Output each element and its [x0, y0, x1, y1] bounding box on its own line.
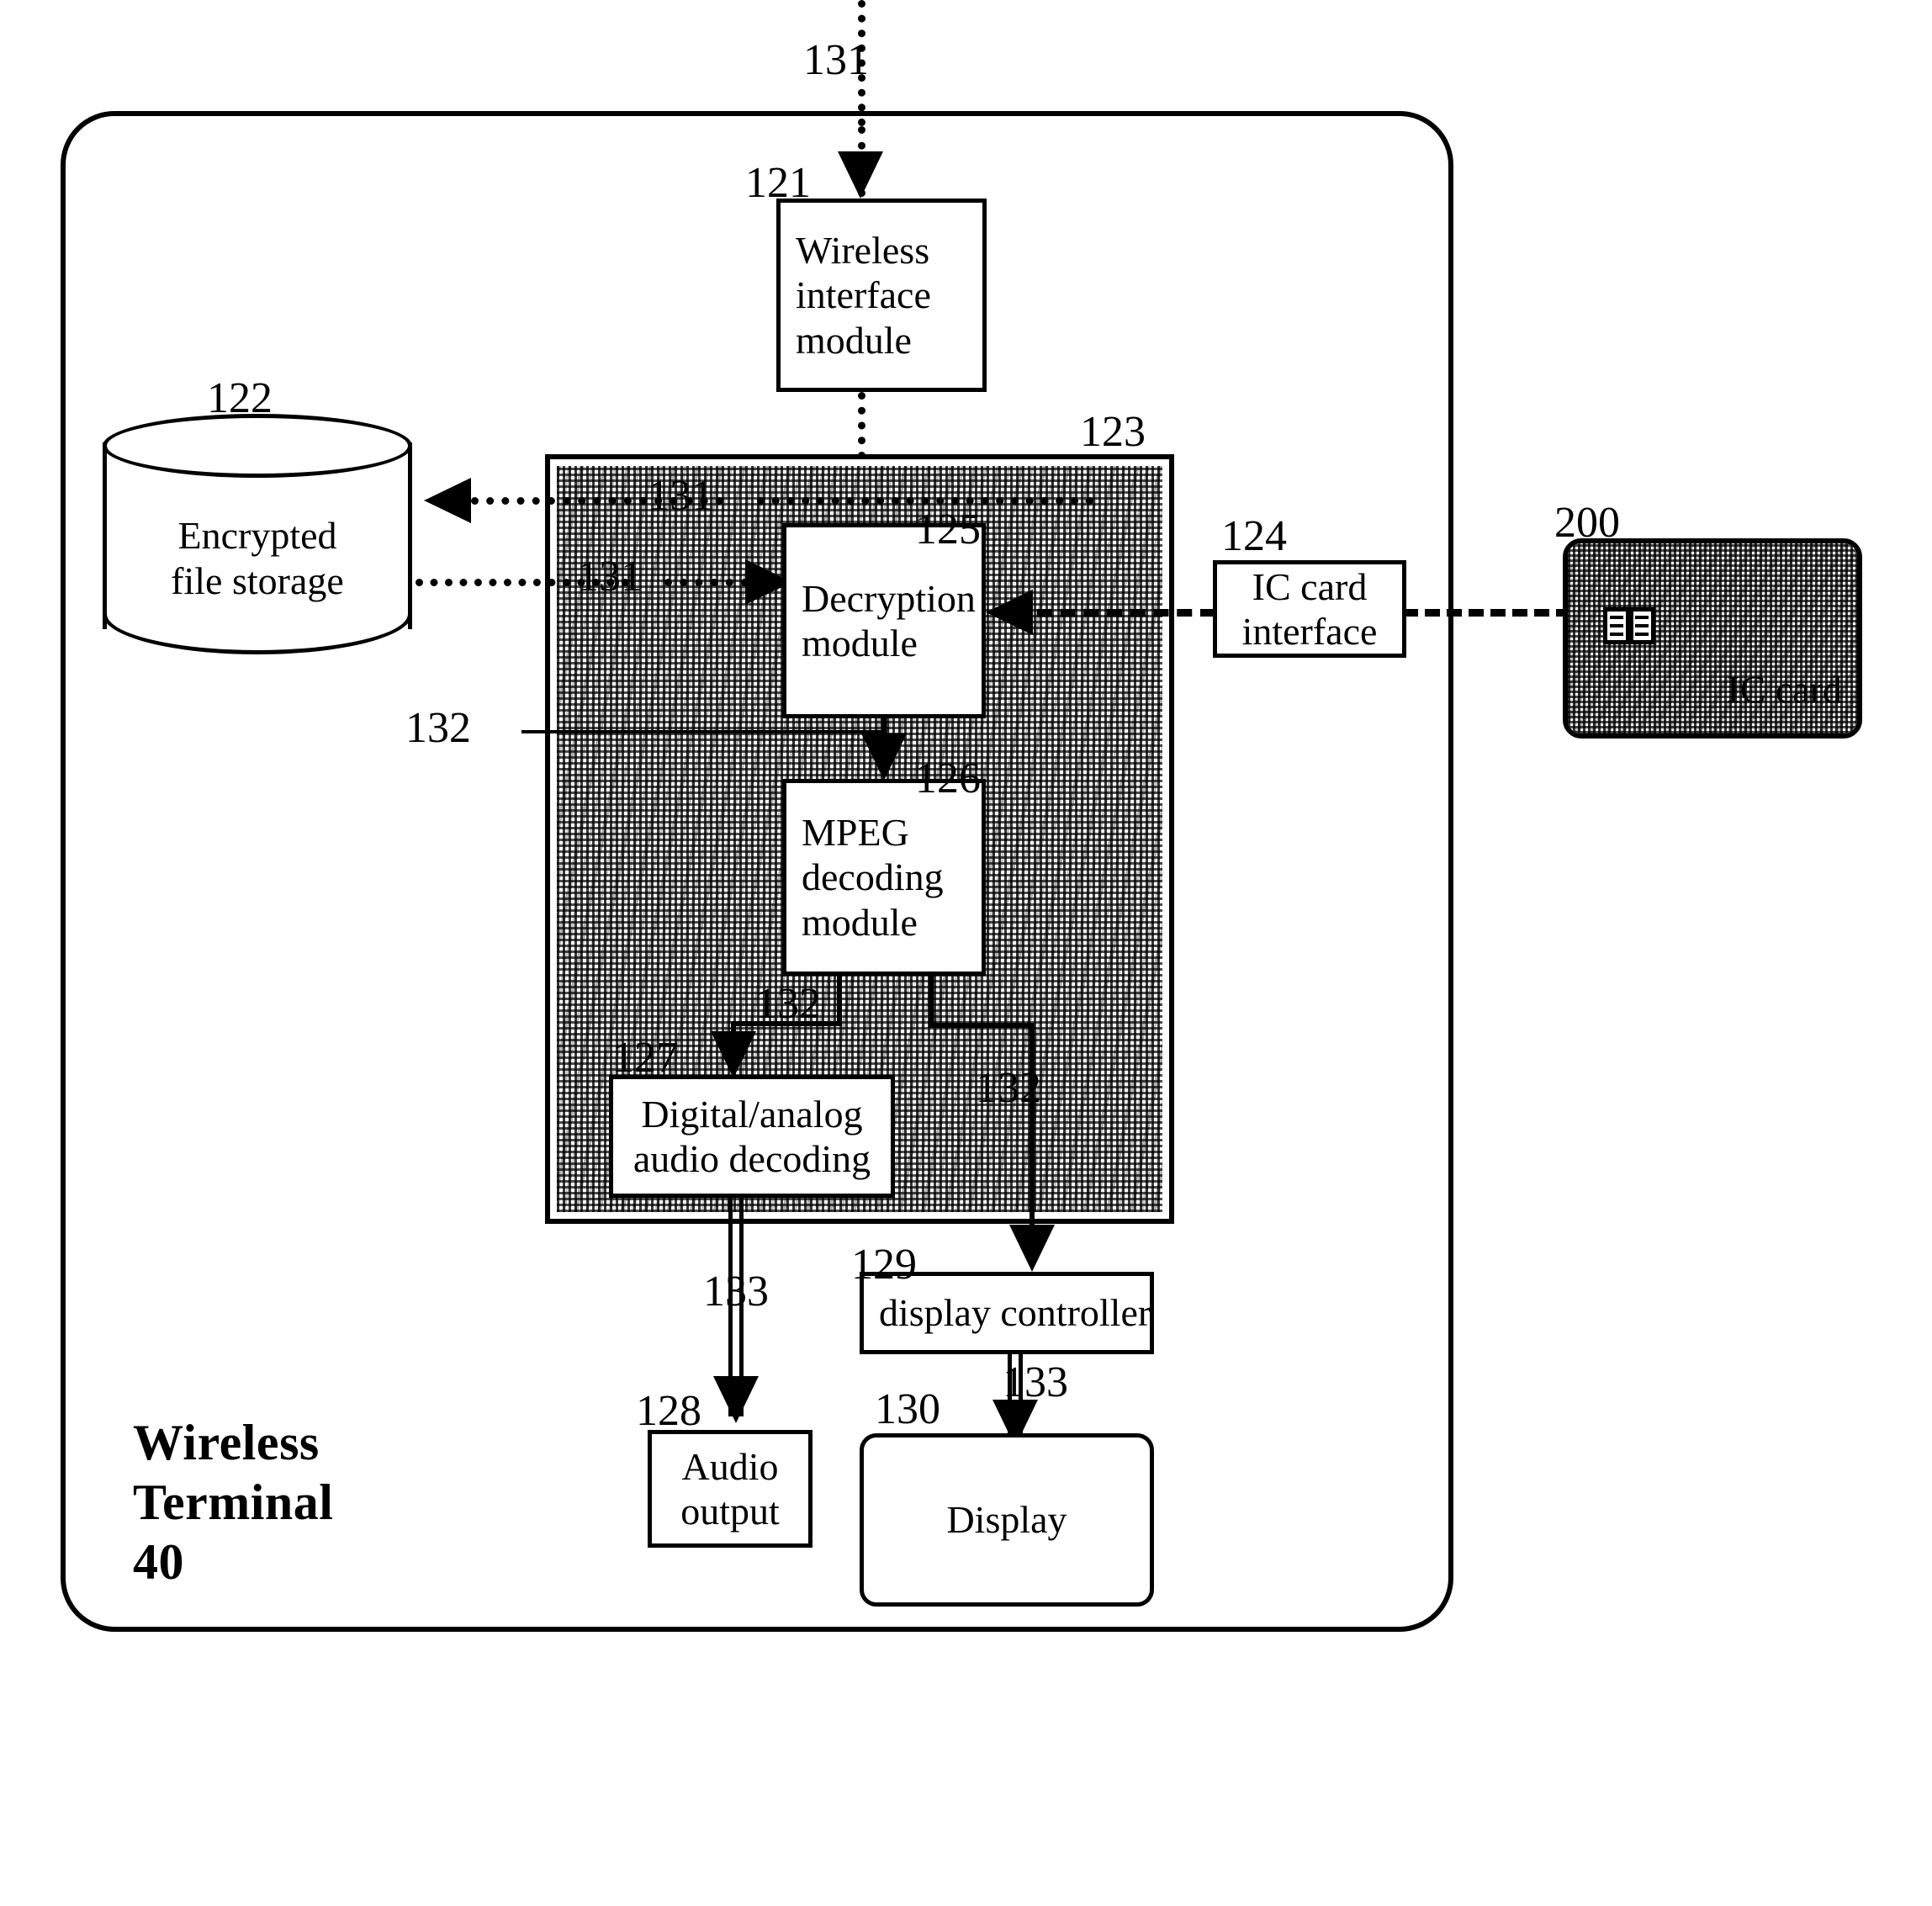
ref-133-display-label: 133 — [1003, 1358, 1068, 1406]
key-path-arrowhead — [986, 590, 1033, 635]
key-path-card-to-interface — [1403, 609, 1571, 617]
display-controller-label: display controller — [879, 1291, 1151, 1335]
signal-132-video-branch-elbow — [929, 1023, 1035, 1028]
ref-133-audio-label: 133 — [703, 1268, 769, 1316]
audio-output-box[interactable]: Audio output — [648, 1430, 812, 1548]
ref-123-label: 123 — [1080, 408, 1146, 456]
ic-chip-contact-icon — [1603, 607, 1655, 644]
ic-card-interface-box[interactable]: IC card interface — [1213, 560, 1406, 658]
signal-133-audio-arrowhead — [713, 1376, 759, 1423]
signal-121-to-secure-region — [858, 392, 865, 459]
wireless-terminal-caption: Wireless Terminal 40 — [133, 1415, 334, 1590]
encrypted-file-storage-label: Encrypted file storage — [171, 514, 344, 603]
wireless-interface-module-box[interactable]: Wireless interface module — [776, 199, 987, 392]
signal-132-video-branch-arrowhead — [1009, 1225, 1055, 1272]
ref-124-label: 124 — [1221, 512, 1287, 560]
signal-131-store-arrowhead — [424, 478, 471, 523]
mpeg-decoding-module-box[interactable]: MPEG decoding module — [782, 779, 986, 976]
ref-131-incoming-label: 131 — [803, 36, 869, 84]
ref-132-decrypt-label: 132 — [405, 704, 471, 752]
signal-132-video-branch-stem — [1030, 1023, 1035, 1243]
digital-analog-audio-decoding-label: Digital/analog audio decoding — [633, 1092, 871, 1180]
mpeg-decoding-module-label: MPEG decoding module — [802, 810, 944, 944]
ic-card-label: IC card — [1727, 668, 1842, 711]
ref-132-video-branch-label: 132 — [976, 1064, 1041, 1112]
ref-200-label: 200 — [1554, 499, 1620, 547]
ref-131-read-label: 131 — [577, 553, 643, 601]
audio-output-label: Audio output — [680, 1444, 780, 1533]
ref-121-label: 121 — [745, 159, 811, 207]
storage-cylinder-top-ellipse — [103, 414, 412, 478]
signal-131-read-line-right — [664, 579, 749, 586]
ref-129-label: 129 — [851, 1241, 917, 1289]
wireless-interface-module-label: Wireless interface module — [796, 228, 931, 362]
ref-126-label: 126 — [915, 754, 981, 802]
ref-131-store-label: 131 — [648, 472, 713, 520]
display-box[interactable]: Display — [860, 1433, 1154, 1607]
ic-card[interactable]: IC card — [1563, 538, 1862, 739]
ref-132-leader-line — [521, 730, 885, 733]
digital-analog-audio-decoding-box[interactable]: Digital/analog audio decoding — [609, 1075, 895, 1198]
signal-132-audio-branch-drop — [837, 974, 842, 1026]
ref-122-label: 122 — [207, 374, 273, 422]
ref-127-label: 127 — [612, 1034, 678, 1082]
ref-128-label: 128 — [636, 1387, 701, 1435]
ic-card-interface-label: IC card interface — [1241, 564, 1378, 653]
signal-131-store-line-inner — [757, 497, 1093, 505]
signal-132-decryption-to-mpeg-arrowhead — [861, 733, 907, 781]
ref-125-label: 125 — [915, 506, 981, 553]
ref-132-audio-branch-label: 132 — [755, 980, 821, 1028]
ref-130-label: 130 — [875, 1385, 940, 1433]
signal-132-audio-branch-arrowhead — [711, 1031, 756, 1078]
display-label: Display — [946, 1498, 1067, 1542]
key-path-interface-to-decryption — [1014, 609, 1215, 617]
encrypted-file-storage[interactable]: Encrypted file storage — [103, 414, 412, 658]
decryption-module-label: Decryption module — [802, 576, 976, 664]
signal-132-video-branch-drop — [929, 974, 934, 1028]
patent-figure-canvas: Wireless Terminal 40 131 121 Wireless in… — [0, 0, 1932, 1906]
signal-131-incoming-arrowhead — [838, 151, 883, 199]
